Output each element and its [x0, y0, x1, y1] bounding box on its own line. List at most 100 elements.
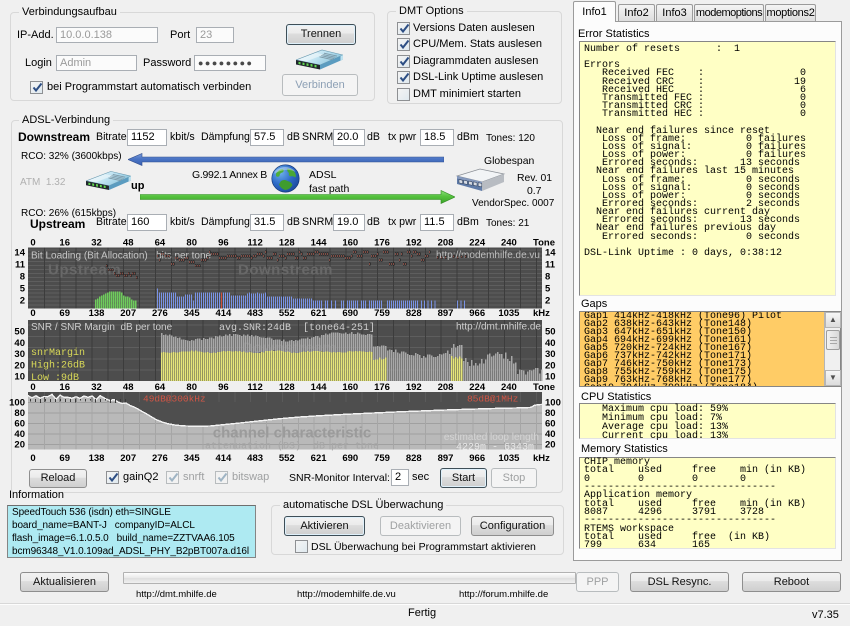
- svg-text:50: 50: [545, 327, 556, 338]
- svg-text:0: 0: [30, 453, 35, 464]
- svg-text:128: 128: [279, 238, 295, 249]
- svg-text:14: 14: [545, 248, 556, 259]
- svg-text:attenuation (DS) dB per tone: attenuation (DS) dB per tone: [205, 441, 379, 453]
- svg-text:224: 224: [469, 382, 486, 393]
- svg-text:30: 30: [14, 349, 25, 360]
- svg-text:64: 64: [155, 238, 166, 249]
- svg-text:5: 5: [20, 284, 26, 295]
- svg-text:621: 621: [311, 308, 328, 319]
- svg-text:SNR / SNR Margin dB per tone: SNR / SNR Margin dB per tone: [31, 322, 173, 333]
- svg-text:828: 828: [406, 453, 422, 464]
- svg-text:144: 144: [311, 238, 328, 249]
- svg-text:208: 208: [438, 382, 454, 393]
- svg-text:80: 80: [186, 382, 197, 393]
- svg-text:32: 32: [91, 238, 102, 249]
- svg-text:176: 176: [374, 238, 390, 249]
- svg-text:49dB@300kHz: 49dB@300kHz: [143, 394, 206, 405]
- svg-text:20: 20: [545, 439, 556, 450]
- svg-text:176: 176: [374, 382, 390, 393]
- svg-text:160: 160: [342, 238, 358, 249]
- svg-text:208: 208: [438, 238, 454, 249]
- svg-text:100: 100: [545, 397, 561, 408]
- svg-text:http://dmt.mhilfe.de: http://dmt.mhilfe.de: [456, 322, 541, 333]
- svg-text:50: 50: [14, 327, 25, 338]
- svg-text:14: 14: [14, 248, 25, 259]
- svg-text:897: 897: [438, 453, 454, 464]
- svg-text:483: 483: [247, 453, 263, 464]
- svg-text:0: 0: [30, 308, 35, 319]
- svg-text:112: 112: [247, 382, 262, 393]
- svg-text:5: 5: [545, 284, 551, 295]
- svg-text:192: 192: [406, 238, 422, 249]
- svg-text:20: 20: [14, 439, 25, 450]
- svg-text:96: 96: [218, 238, 229, 249]
- svg-text:414: 414: [215, 453, 232, 464]
- svg-text:0: 0: [30, 238, 35, 249]
- svg-text:207: 207: [120, 453, 136, 464]
- svg-text:345: 345: [184, 453, 201, 464]
- svg-text:207: 207: [120, 308, 136, 319]
- svg-text:2: 2: [545, 296, 550, 307]
- svg-text:64: 64: [155, 382, 166, 393]
- svg-text:80: 80: [14, 408, 25, 419]
- svg-text:552: 552: [279, 453, 295, 464]
- svg-text:20: 20: [545, 360, 556, 371]
- svg-text:Bit Loading (Bit Allocation): Bit Loading (Bit Allocation) bits per to…: [31, 251, 212, 262]
- svg-text:414: 414: [215, 308, 232, 319]
- svg-text:avg.SNR:24dB [tone64-251]: avg.SNR:24dB [tone64-251]: [219, 322, 375, 334]
- svg-text:897: 897: [438, 308, 454, 319]
- svg-text:96: 96: [218, 382, 229, 393]
- svg-text:69: 69: [59, 453, 70, 464]
- svg-text:40: 40: [545, 429, 556, 440]
- svg-text:30: 30: [545, 349, 556, 360]
- svg-text:128: 128: [279, 382, 295, 393]
- svg-text:224: 224: [469, 238, 486, 249]
- svg-text:759: 759: [374, 308, 390, 319]
- svg-text:40: 40: [14, 338, 25, 349]
- svg-text:11: 11: [545, 260, 556, 271]
- svg-text:40: 40: [14, 429, 25, 440]
- svg-text:276: 276: [152, 453, 168, 464]
- svg-text:1035: 1035: [498, 308, 520, 319]
- svg-text:40: 40: [545, 338, 556, 349]
- svg-text:estimated loop length: estimated loop length: [444, 432, 539, 443]
- svg-text:690: 690: [342, 453, 358, 464]
- svg-text:552: 552: [279, 308, 295, 319]
- svg-text:16: 16: [59, 238, 70, 249]
- svg-text:8: 8: [545, 272, 550, 283]
- svg-text:60: 60: [545, 418, 556, 429]
- svg-text:32: 32: [91, 382, 102, 393]
- svg-text:966: 966: [469, 308, 485, 319]
- svg-text:8: 8: [20, 272, 25, 283]
- svg-text:60: 60: [14, 418, 25, 429]
- svg-text:144: 144: [311, 382, 328, 393]
- svg-text:80: 80: [186, 238, 197, 249]
- svg-text:483: 483: [247, 308, 263, 319]
- svg-text:621: 621: [311, 453, 328, 464]
- svg-text:85dB@1MHz: 85dB@1MHz: [467, 394, 518, 405]
- svg-text:345: 345: [184, 308, 201, 319]
- svg-text:69: 69: [59, 308, 70, 319]
- svg-text:759: 759: [374, 453, 390, 464]
- svg-text:240: 240: [501, 238, 517, 249]
- svg-text:kHz: kHz: [533, 308, 550, 319]
- svg-text:966: 966: [469, 453, 485, 464]
- svg-text:48: 48: [123, 382, 134, 393]
- svg-text:High:26dB: High:26dB: [31, 360, 85, 372]
- svg-text:2: 2: [20, 296, 25, 307]
- svg-text:828: 828: [406, 308, 422, 319]
- svg-text:160: 160: [342, 382, 358, 393]
- svg-text:Tone: Tone: [533, 382, 555, 393]
- svg-text:138: 138: [89, 453, 105, 464]
- svg-text:Downstream: Downstream: [238, 262, 333, 279]
- svg-text:240: 240: [501, 382, 517, 393]
- svg-text:690: 690: [342, 308, 358, 319]
- svg-text:10: 10: [14, 372, 25, 383]
- svg-text:10: 10: [545, 372, 556, 383]
- svg-text:4229m - 6343m: 4229m - 6343m: [456, 443, 534, 454]
- svg-text:100: 100: [9, 397, 25, 408]
- svg-text:276: 276: [152, 308, 168, 319]
- svg-text:80: 80: [545, 408, 556, 419]
- svg-text:Low :9dB: Low :9dB: [31, 372, 79, 384]
- svg-text:48: 48: [123, 238, 134, 249]
